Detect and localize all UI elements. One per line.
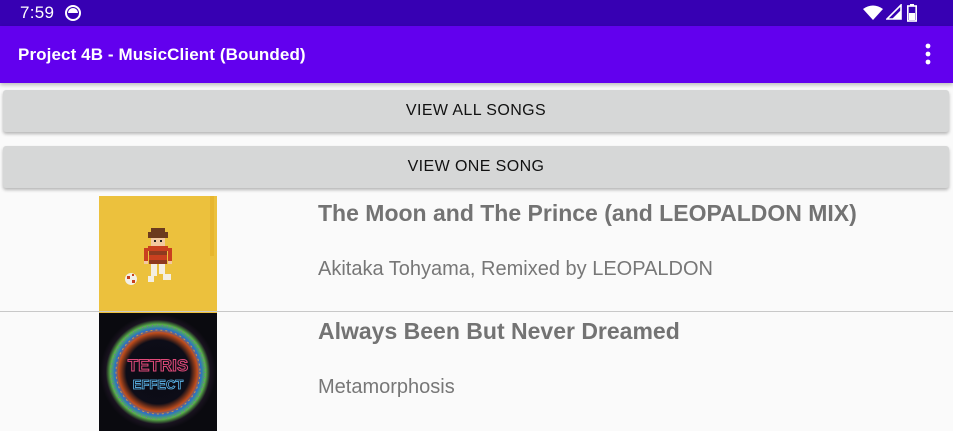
song-artist: Akitaka Tohyama, Remixed by LEOPALDON (318, 258, 713, 280)
song-list-item[interactable]: The Moon and The Prince (and LEOPALDON M… (0, 194, 953, 314)
album-art-text-1: TETRIS (128, 356, 188, 375)
song-title: Always Been But Never Dreamed (318, 318, 680, 344)
album-art-pixel-character (99, 196, 217, 314)
status-time: 7:59 (20, 3, 55, 22)
app-notification-icon (65, 5, 81, 21)
cellular-signal-icon (886, 4, 902, 20)
wifi-icon (863, 5, 883, 20)
battery-icon (907, 4, 917, 22)
album-art-tetris-effect: TETRIS EFFECT (99, 313, 217, 431)
song-list[interactable]: The Moon and The Prince (and LEOPALDON M… (0, 194, 953, 431)
view-all-songs-button[interactable]: VIEW ALL SONGS (3, 90, 949, 132)
status-icons (863, 0, 953, 26)
app-bar: Project 4B - MusicClient (Bounded) (0, 26, 953, 83)
song-artist: Metamorphosis (318, 376, 455, 398)
song-title: The Moon and The Prince (and LEOPALDON M… (318, 200, 857, 226)
album-art-text-2: EFFECT (133, 377, 184, 392)
song-list-item[interactable]: TETRIS EFFECT Always Been But Never Drea… (0, 312, 953, 431)
view-one-song-button[interactable]: VIEW ONE SONG (3, 146, 949, 188)
status-bar: 7:59 (0, 0, 953, 26)
overflow-menu-icon[interactable] (923, 43, 933, 65)
app-title: Project 4B - MusicClient (Bounded) (18, 45, 306, 64)
